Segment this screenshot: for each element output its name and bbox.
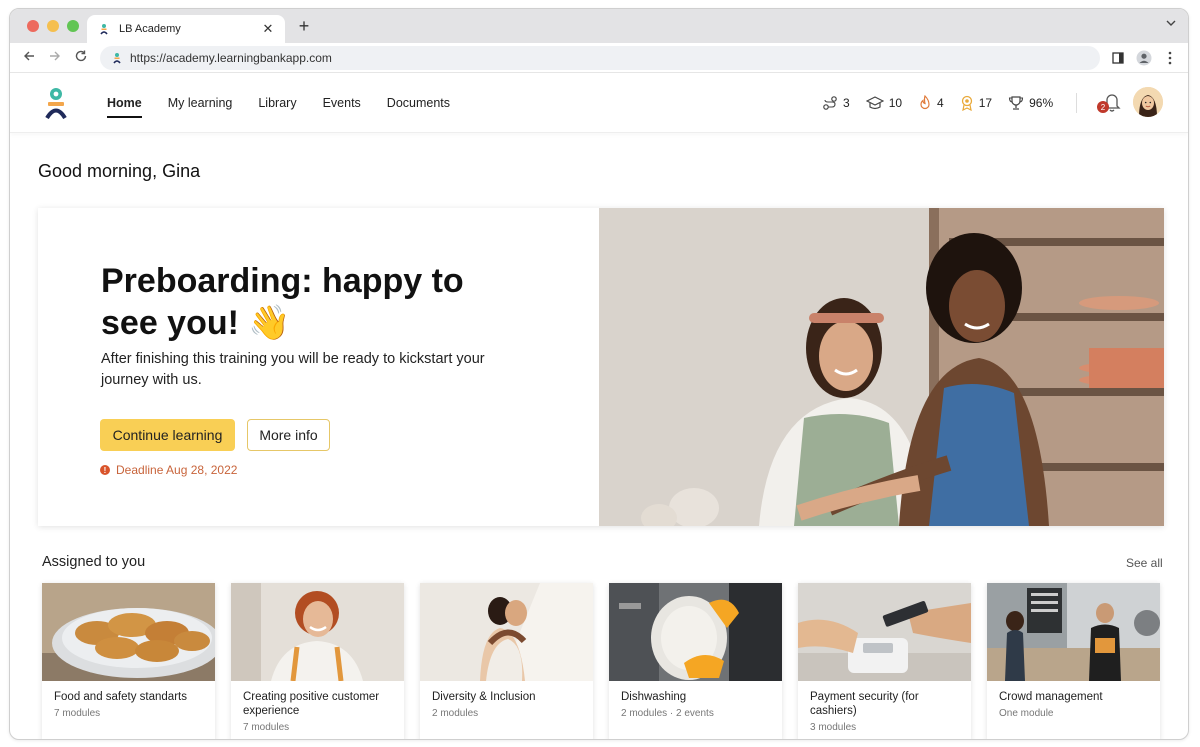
browser-window: LB Academy ✕ + https://academy.learningb… xyxy=(9,8,1189,740)
stat-streak[interactable]: 3 xyxy=(822,95,850,111)
course-thumbnail xyxy=(231,583,404,681)
trophy-icon xyxy=(1009,96,1024,110)
course-meta: 7 modules xyxy=(54,708,101,719)
course-title: Creating positive customer experience xyxy=(243,691,380,717)
header-divider xyxy=(1076,93,1077,113)
course-card[interactable]: Diversity & Inclusion 2 modules xyxy=(420,583,593,739)
deadline-text: Deadline Aug 28, 2022 xyxy=(116,463,238,477)
course-meta: One module xyxy=(999,708,1054,719)
side-panel-icon[interactable] xyxy=(1108,48,1128,68)
stat-streak-value: 3 xyxy=(843,96,850,110)
user-avatar[interactable] xyxy=(1133,87,1163,117)
back-arrow-icon[interactable] xyxy=(20,49,38,66)
more-info-button[interactable]: More info xyxy=(247,419,330,451)
stat-badges-value: 17 xyxy=(978,96,993,110)
nav-documents[interactable]: Documents xyxy=(387,73,450,133)
stat-score[interactable]: 96% xyxy=(1008,95,1053,111)
path-icon xyxy=(823,96,837,110)
browser-toolbar: https://academy.learningbankapp.com xyxy=(10,43,1188,73)
stats-bar: 3 10 4 17 96% xyxy=(822,73,1069,133)
course-meta: 7 modules xyxy=(243,722,290,733)
tab-close-icon[interactable]: ✕ xyxy=(261,21,275,37)
url-text: https://academy.learningbankapp.com xyxy=(130,51,332,65)
stat-fire-value: 4 xyxy=(937,96,944,110)
featured-course-description: After finishing this training you will b… xyxy=(101,351,485,388)
app-header: Home My learning Library Events Document… xyxy=(10,73,1188,133)
course-title: Crowd management xyxy=(999,691,1103,703)
favicon-icon xyxy=(97,22,111,36)
course-meta: 2 modules · 2 events xyxy=(621,708,714,719)
stat-score-value: 96% xyxy=(1029,96,1054,110)
site-info-icon[interactable] xyxy=(110,51,124,65)
course-title: Payment security (for cashiers) xyxy=(810,691,919,717)
course-meta: 2 modules xyxy=(432,708,479,719)
main-nav: Home My learning Library Events Document… xyxy=(107,73,476,133)
course-thumbnail xyxy=(798,583,971,681)
new-tab-button[interactable]: + xyxy=(294,16,314,37)
course-thumbnail xyxy=(420,583,593,681)
graduation-cap-icon xyxy=(865,96,884,110)
course-card[interactable]: Food and safety standarts 7 modules xyxy=(42,583,215,739)
address-bar[interactable]: https://academy.learningbankapp.com xyxy=(100,46,1100,70)
assigned-section-title: Assigned to you xyxy=(42,554,146,570)
course-thumbnail xyxy=(987,583,1160,681)
course-card[interactable]: Payment security (for cashiers) 3 module… xyxy=(798,583,971,739)
stat-courses[interactable]: 10 xyxy=(865,95,903,111)
maximize-window-button[interactable] xyxy=(67,20,79,32)
medal-icon xyxy=(961,95,972,111)
course-title: Diversity & Inclusion xyxy=(432,691,536,703)
window-controls xyxy=(27,20,79,32)
stat-badges[interactable]: 17 xyxy=(960,95,992,111)
forward-arrow-icon[interactable] xyxy=(46,49,64,66)
profile-icon[interactable] xyxy=(1134,48,1154,68)
featured-course-title: Preboarding: happy to see you! 👋 xyxy=(101,262,464,342)
course-card[interactable]: Creating positive customer experience 7 … xyxy=(231,583,404,739)
notifications-button[interactable]: 2 xyxy=(1097,91,1121,115)
deadline-notice: ! Deadline Aug 28, 2022 xyxy=(100,463,237,477)
course-thumbnail xyxy=(42,583,215,681)
tab-search-chevron-icon[interactable] xyxy=(1166,18,1176,31)
browser-tab[interactable]: LB Academy ✕ xyxy=(87,15,285,43)
featured-course-info: Preboarding: happy to see you! 👋 After f… xyxy=(38,208,599,526)
nav-events[interactable]: Events xyxy=(323,73,361,133)
featured-course-card: Preboarding: happy to see you! 👋 After f… xyxy=(38,208,1164,526)
alert-icon: ! xyxy=(100,465,110,475)
continue-learning-button[interactable]: Continue learning xyxy=(100,419,235,451)
see-all-link[interactable]: See all xyxy=(1126,556,1163,570)
flame-icon xyxy=(920,95,930,110)
course-title: Food and safety standarts xyxy=(54,691,187,703)
stat-courses-value: 10 xyxy=(888,96,903,110)
notification-count-badge: 2 xyxy=(1097,101,1109,113)
nav-home[interactable]: Home xyxy=(107,73,142,133)
minimize-window-button[interactable] xyxy=(47,20,59,32)
tab-title: LB Academy xyxy=(119,23,181,35)
close-window-button[interactable] xyxy=(27,20,39,32)
nav-my-learning[interactable]: My learning xyxy=(168,73,233,133)
course-card[interactable]: Dishwashing 2 modules · 2 events xyxy=(609,583,782,739)
nav-library[interactable]: Library xyxy=(258,73,296,133)
course-meta: 3 modules xyxy=(810,722,857,733)
stat-fire[interactable]: 4 xyxy=(918,95,944,111)
tab-strip: LB Academy ✕ + xyxy=(10,9,1188,43)
featured-course-image xyxy=(599,208,1164,526)
more-menu-icon[interactable] xyxy=(1160,48,1180,68)
reload-icon[interactable] xyxy=(72,49,90,66)
course-thumbnail xyxy=(609,583,782,681)
lb-academy-logo[interactable] xyxy=(44,87,68,120)
greeting-heading: Good morning, Gina xyxy=(38,161,201,181)
course-card[interactable]: Crowd management One module xyxy=(987,583,1160,739)
assigned-course-list: Food and safety standarts 7 modules Crea… xyxy=(42,583,1162,739)
course-title: Dishwashing xyxy=(621,691,687,703)
